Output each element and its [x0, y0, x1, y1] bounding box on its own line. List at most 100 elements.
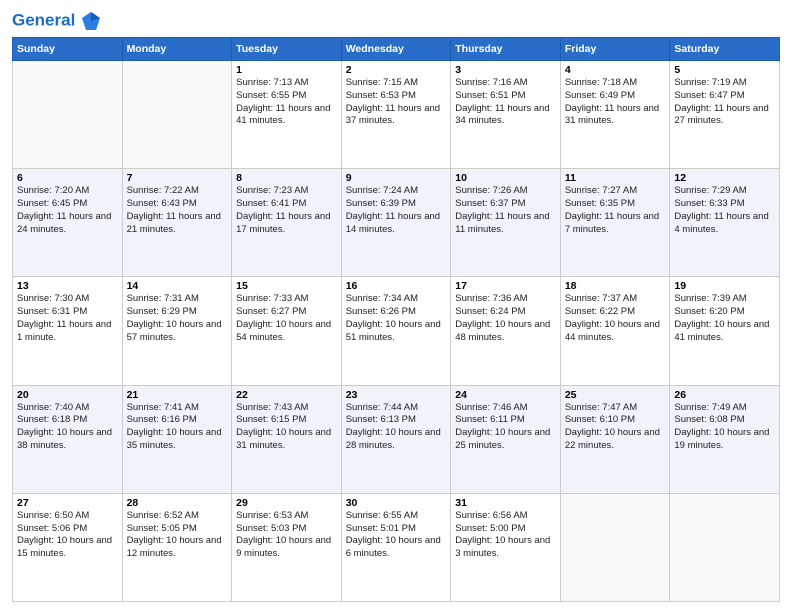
day-info-text: Daylight: 11 hours and 41 minutes.	[236, 103, 337, 129]
day-number: 22	[236, 389, 337, 401]
day-info-text: Sunrise: 7:24 AM	[346, 185, 447, 198]
calendar-week-row: 6Sunrise: 7:20 AMSunset: 6:45 PMDaylight…	[13, 169, 780, 277]
day-number: 12	[674, 172, 775, 184]
calendar-cell: 30Sunrise: 6:55 AMSunset: 5:01 PMDayligh…	[341, 493, 451, 601]
day-info-text: Sunset: 5:01 PM	[346, 523, 447, 536]
day-info-text: Sunrise: 7:44 AM	[346, 402, 447, 415]
day-info-text: Daylight: 11 hours and 34 minutes.	[455, 103, 556, 129]
calendar-cell: 17Sunrise: 7:36 AMSunset: 6:24 PMDayligh…	[451, 277, 561, 385]
day-info-text: Daylight: 10 hours and 31 minutes.	[236, 427, 337, 453]
day-info-text: Sunrise: 7:13 AM	[236, 77, 337, 90]
day-info-text: Sunset: 6:51 PM	[455, 90, 556, 103]
calendar-cell: 4Sunrise: 7:18 AMSunset: 6:49 PMDaylight…	[560, 61, 670, 169]
day-info-text: Sunrise: 7:19 AM	[674, 77, 775, 90]
day-info-text: Sunset: 6:35 PM	[565, 198, 666, 211]
day-header-saturday: Saturday	[670, 38, 780, 61]
calendar-cell: 19Sunrise: 7:39 AMSunset: 6:20 PMDayligh…	[670, 277, 780, 385]
day-number: 15	[236, 280, 337, 292]
day-number: 23	[346, 389, 447, 401]
day-number: 18	[565, 280, 666, 292]
day-info-text: Sunset: 6:11 PM	[455, 414, 556, 427]
calendar-cell: 15Sunrise: 7:33 AMSunset: 6:27 PMDayligh…	[232, 277, 342, 385]
day-info-text: Sunset: 6:24 PM	[455, 306, 556, 319]
day-info-text: Sunset: 6:26 PM	[346, 306, 447, 319]
calendar-cell: 8Sunrise: 7:23 AMSunset: 6:41 PMDaylight…	[232, 169, 342, 277]
day-header-thursday: Thursday	[451, 38, 561, 61]
calendar-table: SundayMondayTuesdayWednesdayThursdayFrid…	[12, 37, 780, 602]
day-number: 13	[17, 280, 118, 292]
day-info-text: Sunrise: 7:49 AM	[674, 402, 775, 415]
calendar-cell: 12Sunrise: 7:29 AMSunset: 6:33 PMDayligh…	[670, 169, 780, 277]
calendar-cell: 22Sunrise: 7:43 AMSunset: 6:15 PMDayligh…	[232, 385, 342, 493]
calendar-cell: 13Sunrise: 7:30 AMSunset: 6:31 PMDayligh…	[13, 277, 123, 385]
day-info-text: Sunset: 6:13 PM	[346, 414, 447, 427]
day-info-text: Sunrise: 6:50 AM	[17, 510, 118, 523]
day-info-text: Daylight: 10 hours and 25 minutes.	[455, 427, 556, 453]
day-info-text: Sunrise: 7:15 AM	[346, 77, 447, 90]
header: General	[12, 10, 780, 29]
day-info-text: Sunrise: 7:34 AM	[346, 293, 447, 306]
day-number: 27	[17, 497, 118, 509]
day-info-text: Sunrise: 7:47 AM	[565, 402, 666, 415]
calendar-cell: 28Sunrise: 6:52 AMSunset: 5:05 PMDayligh…	[122, 493, 232, 601]
day-info-text: Sunrise: 6:53 AM	[236, 510, 337, 523]
day-info-text: Daylight: 11 hours and 24 minutes.	[17, 211, 118, 237]
day-info-text: Daylight: 10 hours and 57 minutes.	[127, 319, 228, 345]
day-number: 31	[455, 497, 556, 509]
calendar-cell: 14Sunrise: 7:31 AMSunset: 6:29 PMDayligh…	[122, 277, 232, 385]
day-info-text: Daylight: 10 hours and 54 minutes.	[236, 319, 337, 345]
calendar-cell: 11Sunrise: 7:27 AMSunset: 6:35 PMDayligh…	[560, 169, 670, 277]
calendar-cell: 6Sunrise: 7:20 AMSunset: 6:45 PMDaylight…	[13, 169, 123, 277]
calendar-cell: 2Sunrise: 7:15 AMSunset: 6:53 PMDaylight…	[341, 61, 451, 169]
day-number: 25	[565, 389, 666, 401]
day-info-text: Daylight: 10 hours and 48 minutes.	[455, 319, 556, 345]
day-number: 7	[127, 172, 228, 184]
day-info-text: Sunrise: 7:31 AM	[127, 293, 228, 306]
day-number: 17	[455, 280, 556, 292]
day-info-text: Sunset: 6:39 PM	[346, 198, 447, 211]
calendar-week-row: 13Sunrise: 7:30 AMSunset: 6:31 PM Dayligh…	[13, 277, 780, 385]
day-info-text: Sunset: 6:49 PM	[565, 90, 666, 103]
day-info-text: Sunrise: 7:43 AM	[236, 402, 337, 415]
day-info-text: Daylight: 10 hours and 51 minutes.	[346, 319, 447, 345]
day-header-monday: Monday	[122, 38, 232, 61]
day-info-text: Sunset: 6:31 PM	[17, 306, 118, 319]
day-info-text: Sunset: 6:20 PM	[674, 306, 775, 319]
day-info-text: Sunset: 5:06 PM	[17, 523, 118, 536]
day-info-text: Sunset: 6:33 PM	[674, 198, 775, 211]
day-info-text: Daylight: 10 hours and 28 minutes.	[346, 427, 447, 453]
calendar-cell: 24Sunrise: 7:46 AMSunset: 6:11 PMDayligh…	[451, 385, 561, 493]
calendar-cell: 21Sunrise: 7:41 AMSunset: 6:16 PMDayligh…	[122, 385, 232, 493]
calendar-cell: 27Sunrise: 6:50 AMSunset: 5:06 PMDayligh…	[13, 493, 123, 601]
day-info-text: Sunset: 6:29 PM	[127, 306, 228, 319]
day-info-text: Daylight: 10 hours and 22 minutes.	[565, 427, 666, 453]
day-info-text: Sunrise: 7:30 AM	[17, 293, 118, 306]
calendar-cell: 23Sunrise: 7:44 AMSunset: 6:13 PMDayligh…	[341, 385, 451, 493]
calendar-cell: 10Sunrise: 7:26 AMSunset: 6:37 PMDayligh…	[451, 169, 561, 277]
day-info-text: Sunrise: 7:40 AM	[17, 402, 118, 415]
day-info-text: Sunrise: 7:26 AM	[455, 185, 556, 198]
calendar-week-row: 20Sunrise: 7:40 AMSunset: 6:18 PMDayligh…	[13, 385, 780, 493]
day-info-text: Sunrise: 6:56 AM	[455, 510, 556, 523]
day-info-text: Sunrise: 7:46 AM	[455, 402, 556, 415]
calendar-cell: 3Sunrise: 7:16 AMSunset: 6:51 PMDaylight…	[451, 61, 561, 169]
day-info-text: Sunrise: 7:37 AM	[565, 293, 666, 306]
day-info-text: Sunrise: 7:29 AM	[674, 185, 775, 198]
day-info-text: Sunrise: 6:52 AM	[127, 510, 228, 523]
calendar-cell: 5Sunrise: 7:19 AMSunset: 6:47 PMDaylight…	[670, 61, 780, 169]
day-info-text: Sunset: 6:53 PM	[346, 90, 447, 103]
calendar-week-row: 1Sunrise: 7:13 AMSunset: 6:55 PMDaylight…	[13, 61, 780, 169]
day-header-sunday: Sunday	[13, 38, 123, 61]
day-number: 6	[17, 172, 118, 184]
calendar-cell: 29Sunrise: 6:53 AMSunset: 5:03 PMDayligh…	[232, 493, 342, 601]
day-info-text: Daylight: 11 hours and 4 minutes.	[674, 211, 775, 237]
day-number: 2	[346, 64, 447, 76]
calendar-cell	[13, 61, 123, 169]
page: General SundayMondayTuesdayWednesdayThur…	[0, 0, 792, 612]
day-info-text: Sunset: 6:45 PM	[17, 198, 118, 211]
calendar-week-row: 27Sunrise: 6:50 AMSunset: 5:06 PMDayligh…	[13, 493, 780, 601]
calendar-cell	[670, 493, 780, 601]
day-info-text: Sunrise: 7:39 AM	[674, 293, 775, 306]
calendar-cell: 9Sunrise: 7:24 AMSunset: 6:39 PMDaylight…	[341, 169, 451, 277]
day-info-text: Daylight: 11 hours and 7 minutes.	[565, 211, 666, 237]
